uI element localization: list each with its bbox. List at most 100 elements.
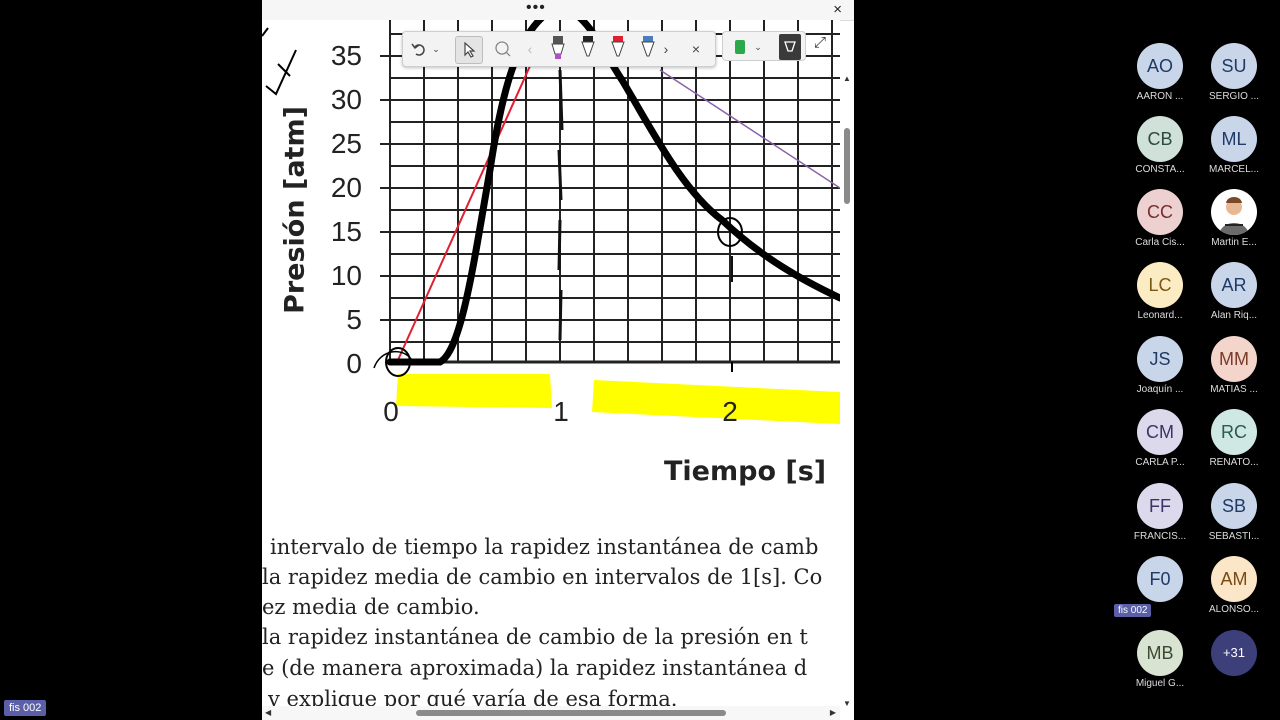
avatar: SU xyxy=(1211,43,1257,89)
close-icon[interactable]: × xyxy=(687,36,705,62)
shared-screen-window: ••• × 35 30 25 20 15 10 5 0 0 1 2 Presió… xyxy=(262,0,854,720)
avatar: CC xyxy=(1137,189,1183,235)
avatar: MM xyxy=(1211,336,1257,382)
eraser-icon[interactable] xyxy=(779,34,801,60)
participant-tile[interactable]: AM ALONSO... xyxy=(1196,556,1272,628)
y-tick-label: 30 xyxy=(330,84,362,115)
avatar: AO xyxy=(1137,43,1183,89)
avatar: CM xyxy=(1137,409,1183,455)
more-participants-button[interactable]: +31 xyxy=(1196,630,1272,702)
share-title-bar: ••• × xyxy=(262,0,854,21)
highlight-stroke-left xyxy=(396,374,552,408)
participant-tile[interactable]: SB SEBASTI... xyxy=(1196,483,1272,555)
participant-tile[interactable]: CB CONSTA... xyxy=(1122,116,1198,188)
participant-tile[interactable]: RC RENATO... xyxy=(1196,409,1272,481)
participant-name: CONSTA... xyxy=(1135,164,1185,175)
doc-text-line: e (de manera aproximada) la rapidez inst… xyxy=(262,656,808,680)
participant-name: SEBASTI... xyxy=(1208,531,1260,542)
participant-tile[interactable]: CM CARLA P... xyxy=(1122,409,1198,481)
doc-text-line: la rapidez media de cambio en intervalos… xyxy=(262,565,823,589)
doc-text-line: ez media de cambio. xyxy=(262,595,480,619)
self-view-label: fis 002 xyxy=(4,700,47,716)
annotation-toolbar: ⌄ ‹ › × xyxy=(402,31,716,67)
annotation-toolbar-right: ⌄ xyxy=(722,31,806,61)
participant-tile[interactable]: Martin E... xyxy=(1196,189,1272,261)
expand-icon[interactable]: ⤢ xyxy=(814,34,826,51)
vertical-scrollbar[interactable]: ▲ ▼ xyxy=(841,74,853,708)
participant-tile[interactable]: JS Joaquín ... xyxy=(1122,336,1198,408)
scroll-right-icon[interactable]: › xyxy=(661,36,671,62)
doc-text-line: intervalo de tiempo la rapidez instantán… xyxy=(270,535,819,559)
participant-name: Alan Riq... xyxy=(1210,310,1258,321)
avatar: F0 xyxy=(1137,556,1183,602)
avatar: CB xyxy=(1137,116,1183,162)
participant-tile[interactable]: MB Miguel G... xyxy=(1122,630,1198,702)
participant-tile[interactable]: MM MATIAS ... xyxy=(1196,336,1272,408)
y-tick-label: 15 xyxy=(330,216,362,247)
color-green-icon[interactable] xyxy=(731,34,749,60)
more-options-icon[interactable]: ••• xyxy=(526,0,546,16)
check-annotation xyxy=(265,49,297,96)
y-tick-label: 5 xyxy=(346,304,362,335)
y-tick-label: 20 xyxy=(330,172,362,203)
doc-text-line: la rapidez instantánea de cambio de la p… xyxy=(262,625,808,649)
lasso-icon[interactable] xyxy=(491,36,515,62)
participant-name: RENATO... xyxy=(1209,457,1259,468)
pen-purple-icon[interactable] xyxy=(549,36,567,62)
participant-name: Leonard... xyxy=(1137,310,1183,321)
participant-tile[interactable]: FF FRANCIS... xyxy=(1122,483,1198,555)
horizontal-scrollbar[interactable]: ◀ ▶ xyxy=(262,706,840,720)
avatar: SB xyxy=(1211,483,1257,529)
y-tick-label: 10 xyxy=(330,260,362,291)
select-arrow-icon[interactable] xyxy=(455,36,483,64)
participant-name: MARCEL... xyxy=(1208,164,1259,175)
participant-name: AARON ... xyxy=(1136,91,1184,102)
participant-name: CARLA P... xyxy=(1135,457,1185,468)
participant-name: SERGIO ... xyxy=(1208,91,1259,102)
participant-tile[interactable]: SU SERGIO ... xyxy=(1196,43,1272,115)
pen-black-icon[interactable] xyxy=(579,36,597,62)
horizontal-scroll-thumb[interactable] xyxy=(416,710,726,716)
participant-tile[interactable]: F0 fis 002 xyxy=(1114,556,1198,628)
avatar: LC xyxy=(1137,262,1183,308)
x-tick-label: 0 xyxy=(383,396,399,427)
y-tick-label: 25 xyxy=(330,128,362,159)
participant-tile[interactable]: ML MARCEL... xyxy=(1196,116,1272,188)
avatar: JS xyxy=(1137,336,1183,382)
more-participants-count[interactable]: +31 xyxy=(1211,630,1257,676)
avatar: AR xyxy=(1211,262,1257,308)
participant-tile[interactable]: LC Leonard... xyxy=(1122,262,1198,334)
undo-dropdown-icon[interactable]: ⌄ xyxy=(431,36,441,62)
participant-name: MATIAS ... xyxy=(1210,384,1258,395)
participant-name: Miguel G... xyxy=(1135,678,1185,689)
close-share-button[interactable]: × xyxy=(833,1,842,18)
avatar: AM xyxy=(1211,556,1257,602)
avatar: MB xyxy=(1137,630,1183,676)
undo-icon[interactable] xyxy=(409,36,429,62)
participant-name: ALONSO... xyxy=(1208,604,1259,615)
participant-name: Joaquín ... xyxy=(1136,384,1184,395)
avatar: ML xyxy=(1211,116,1257,162)
vertical-scroll-thumb[interactable] xyxy=(844,128,850,204)
y-tick-label: 0 xyxy=(346,348,362,379)
avatar: FF xyxy=(1137,483,1183,529)
scroll-left-icon[interactable]: ‹ xyxy=(525,36,535,62)
participant-name: Martin E... xyxy=(1211,237,1257,248)
participant-name: Carla Cis... xyxy=(1135,237,1185,248)
highlighter-icon[interactable] xyxy=(639,36,657,62)
x-tick-label: 1 xyxy=(553,396,569,427)
participant-tile[interactable]: AO AARON ... xyxy=(1122,43,1198,115)
participant-name: FRANCIS... xyxy=(1133,531,1187,542)
y-axis-label: Presión [atm] xyxy=(279,106,311,314)
participant-name-badge: fis 002 xyxy=(1114,604,1152,617)
tangent-line-purple xyxy=(659,69,840,189)
y-tick-label: 35 xyxy=(330,40,362,71)
participant-tile[interactable]: CC Carla Cis... xyxy=(1122,189,1198,261)
doc-text-line: y explique por qué varía de esa forma. xyxy=(268,687,678,706)
x-axis-label: Tiempo [s] xyxy=(664,456,827,487)
pen-red-icon[interactable] xyxy=(609,36,627,62)
x-tick-label: 2 xyxy=(722,396,738,427)
participant-tile[interactable]: AR Alan Riq... xyxy=(1196,262,1272,334)
color-dropdown-icon[interactable]: ⌄ xyxy=(753,34,763,60)
avatar-photo xyxy=(1211,189,1257,235)
